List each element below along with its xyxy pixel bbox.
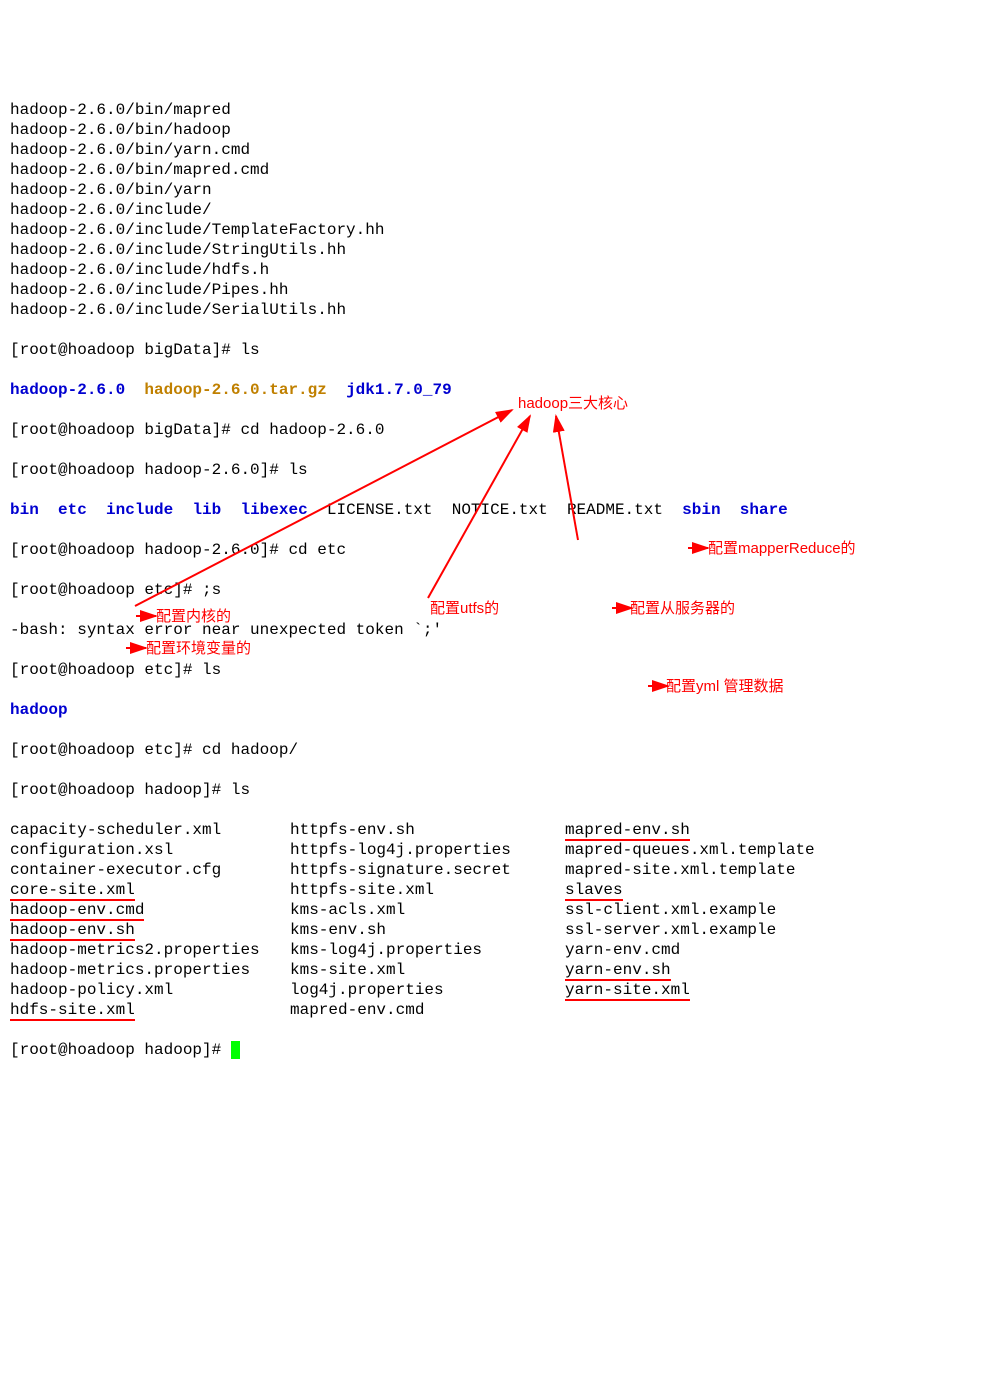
core-site-xml: core-site.xml	[10, 880, 290, 900]
hadoop-env-cmd: hadoop-env.cmd	[10, 900, 290, 920]
prompt-final[interactable]: [root@hoadoop hadoop]#	[10, 1040, 978, 1060]
prompt-ls-hadoop-dir[interactable]: [root@hoadoop hadoop]# ls	[10, 780, 978, 800]
cursor-icon	[231, 1041, 240, 1059]
hdfs-site-xml: hdfs-site.xml	[10, 1000, 290, 1020]
note-utfs: 配置utfs的	[430, 600, 499, 619]
prompt-ls-hadoop[interactable]: [root@hoadoop hadoop-2.6.0]# ls	[10, 460, 978, 480]
slaves: slaves	[565, 880, 865, 900]
mapred-env-sh: mapred-env.sh	[565, 820, 865, 840]
ls-output-hadoop-conf: capacity-scheduler.xmlconfiguration.xslc…	[10, 820, 978, 1020]
note-yml: 配置yml 管理数据	[666, 678, 784, 697]
note-env: 配置环境变量的	[146, 640, 251, 659]
hadoop-env-sh: hadoop-env.sh	[10, 920, 290, 940]
tar-output: hadoop-2.6.0/bin/mapredhadoop-2.6.0/bin/…	[10, 100, 978, 320]
note-core-title: hadoop三大核心	[518, 395, 628, 414]
ls-output-hadoop-root: bin etc include lib libexec LICENSE.txt …	[10, 500, 978, 520]
note-mapper: 配置mapperReduce的	[708, 540, 856, 559]
prompt-ls-etc[interactable]: [root@hoadoop etc]# ls	[10, 660, 978, 680]
prompt-typo[interactable]: [root@hoadoop etc]# ;s	[10, 580, 978, 600]
yarn-env-sh: yarn-env.sh	[565, 960, 865, 980]
ls-output-etc: hadoop	[10, 700, 978, 720]
note-slaves: 配置从服务器的	[630, 600, 735, 619]
note-core: 配置内核的	[156, 608, 231, 627]
ls-output-bigdata: hadoop-2.6.0 hadoop-2.6.0.tar.gz jdk1.7.…	[10, 380, 978, 400]
prompt-cd-hadoop[interactable]: [root@hoadoop bigData]# cd hadoop-2.6.0	[10, 420, 978, 440]
prompt-ls-bigdata[interactable]: [root@hoadoop bigData]# ls	[10, 340, 978, 360]
prompt-cd-hadoop-dir[interactable]: [root@hoadoop etc]# cd hadoop/	[10, 740, 978, 760]
yarn-site-xml: yarn-site.xml	[565, 980, 865, 1000]
